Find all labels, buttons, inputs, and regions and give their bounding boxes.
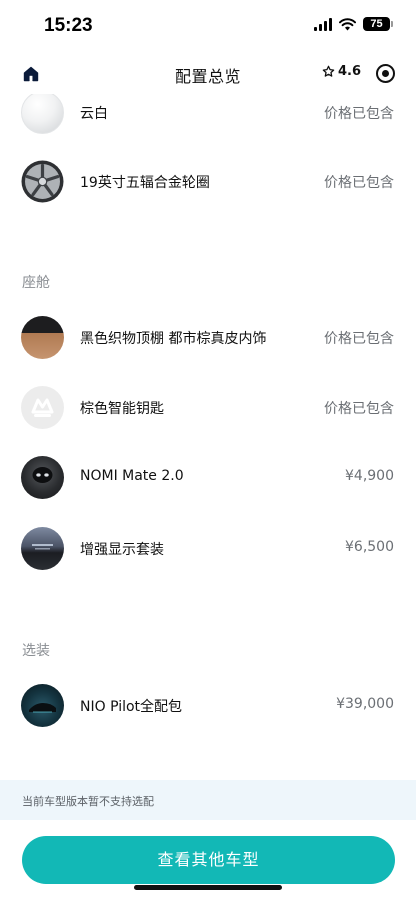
- section-title-options: 选装: [22, 643, 50, 659]
- list-item-nomi[interactable]: NOMI Mate 2.0 ¥4,900: [0, 453, 416, 503]
- wheel-thumbnail: [21, 160, 64, 203]
- star-icon: [322, 65, 335, 77]
- wifi-icon: [339, 17, 356, 30]
- list-item-interior[interactable]: 黑色织物顶棚 都市棕真皮内饰 价格已包含: [0, 313, 416, 363]
- view-other-models-button[interactable]: 查看其他车型: [22, 836, 395, 884]
- cellular-signal-icon: [314, 17, 332, 31]
- list-item-pilot[interactable]: NIO Pilot全配包 ¥39,000: [0, 681, 416, 731]
- pilot-thumbnail: [21, 684, 64, 727]
- item-name: 云白: [80, 106, 108, 122]
- item-price: 价格已包含: [324, 401, 394, 417]
- status-bar: 15:23 75: [0, 0, 416, 54]
- item-price: ¥4,900: [345, 468, 394, 484]
- notice-bar: 当前车型版本暂不支持选配: [0, 780, 416, 820]
- list-item-display[interactable]: 增强显示套装 ¥6,500: [0, 524, 416, 574]
- item-price: ¥39,000: [336, 696, 394, 712]
- config-list[interactable]: 云白 价格已包含 19英寸五辐合金轮圈 价格已包含 座舱 黑色织物顶棚 都市棕真…: [0, 94, 416, 780]
- battery-icon: 75: [363, 17, 393, 31]
- item-price: 价格已包含: [324, 106, 394, 122]
- item-name: 棕色智能钥匙: [80, 401, 164, 417]
- display-thumbnail: [21, 527, 64, 570]
- item-price: 价格已包含: [324, 331, 394, 347]
- smart-key-thumbnail: [21, 386, 64, 429]
- notice-text: 当前车型版本暂不支持选配: [22, 795, 154, 808]
- nav-bar: 配置总览 4.6: [0, 54, 416, 94]
- list-item-key[interactable]: 棕色智能钥匙 价格已包含: [0, 383, 416, 433]
- item-name: NOMI Mate 2.0: [80, 468, 184, 484]
- list-item-wheel[interactable]: 19英寸五辐合金轮圈 价格已包含: [0, 157, 416, 207]
- section-title-cabin: 座舱: [22, 275, 50, 291]
- item-name: NIO Pilot全配包: [80, 699, 183, 715]
- list-item-color[interactable]: 云白 价格已包含: [0, 94, 416, 138]
- rating-badge[interactable]: 4.6: [322, 64, 361, 79]
- item-name: 增强显示套装: [80, 542, 164, 558]
- item-name: 19英寸五辐合金轮圈: [80, 175, 210, 191]
- item-price: 价格已包含: [324, 175, 394, 191]
- item-price: ¥6,500: [345, 539, 394, 555]
- item-name: 黑色织物顶棚 都市棕真皮内饰: [80, 331, 267, 347]
- interior-thumbnail: [21, 316, 64, 359]
- record-icon[interactable]: [376, 64, 395, 83]
- home-indicator: [134, 885, 282, 890]
- rating-value: 4.6: [338, 64, 362, 79]
- white-paint-thumbnail: [21, 94, 64, 134]
- nomi-thumbnail: [21, 456, 64, 499]
- status-icons: 75: [314, 17, 393, 31]
- status-time: 15:23: [44, 15, 93, 36]
